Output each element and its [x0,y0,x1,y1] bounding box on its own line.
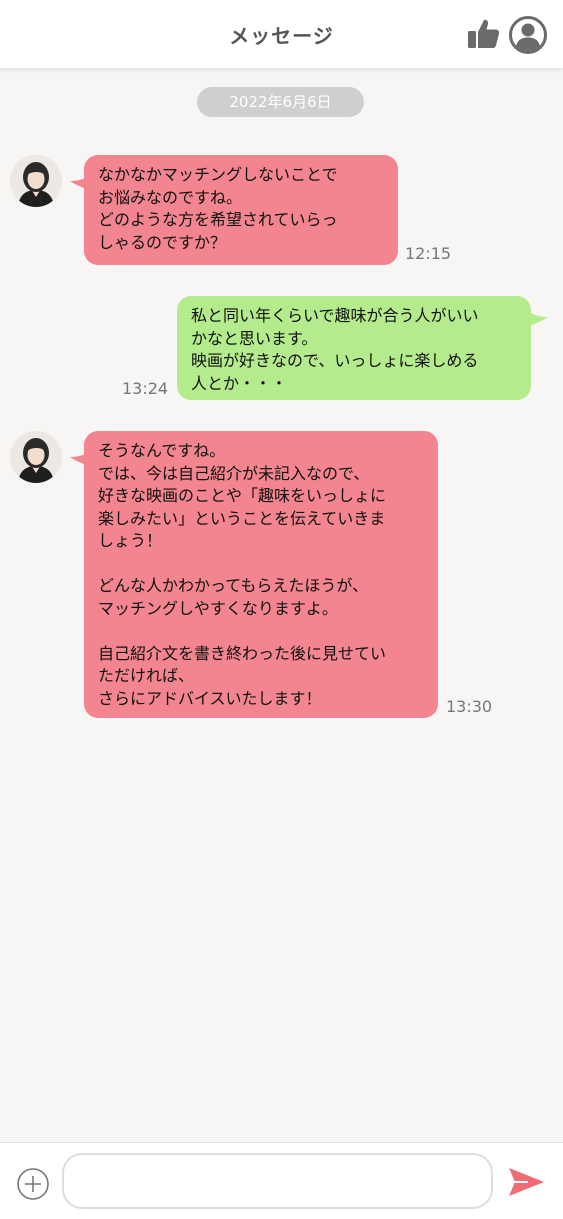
message-composer [0,1142,563,1219]
date-separator: 2022年6月6日 [197,87,364,117]
message-bubble-incoming: なかなかマッチングしないことで お悩みなのですね。 どのような方を希望されていら… [84,155,398,265]
message-bubble-incoming: そうなんですね。 では、今は自己紹介が未記入なので、 好きな映画のことや「趣味を… [84,431,438,718]
plus-circle-icon [17,1168,49,1200]
message-input[interactable] [62,1153,493,1209]
profile-button[interactable] [508,15,548,55]
message-time: 13:30 [446,697,493,716]
like-button[interactable] [465,16,501,52]
advisor-avatar-icon [10,155,62,207]
message-bubble-outgoing: 私と同い年くらいで趣味が合う人がいい かなと思います。 映画が好きなので、いっし… [177,296,531,400]
app-header: メッセージ [0,0,563,68]
add-attachment-button[interactable] [16,1167,50,1201]
avatar[interactable] [10,155,62,207]
user-circle-icon [509,16,547,54]
send-icon [509,1168,544,1196]
message-time: 12:15 [405,244,452,263]
bubble-tail [528,312,548,326]
advisor-avatar-icon [10,431,62,483]
send-button[interactable] [506,1165,546,1199]
avatar[interactable] [10,431,62,483]
message-time: 13:24 [122,379,169,398]
thumbs-up-icon [468,19,500,48]
